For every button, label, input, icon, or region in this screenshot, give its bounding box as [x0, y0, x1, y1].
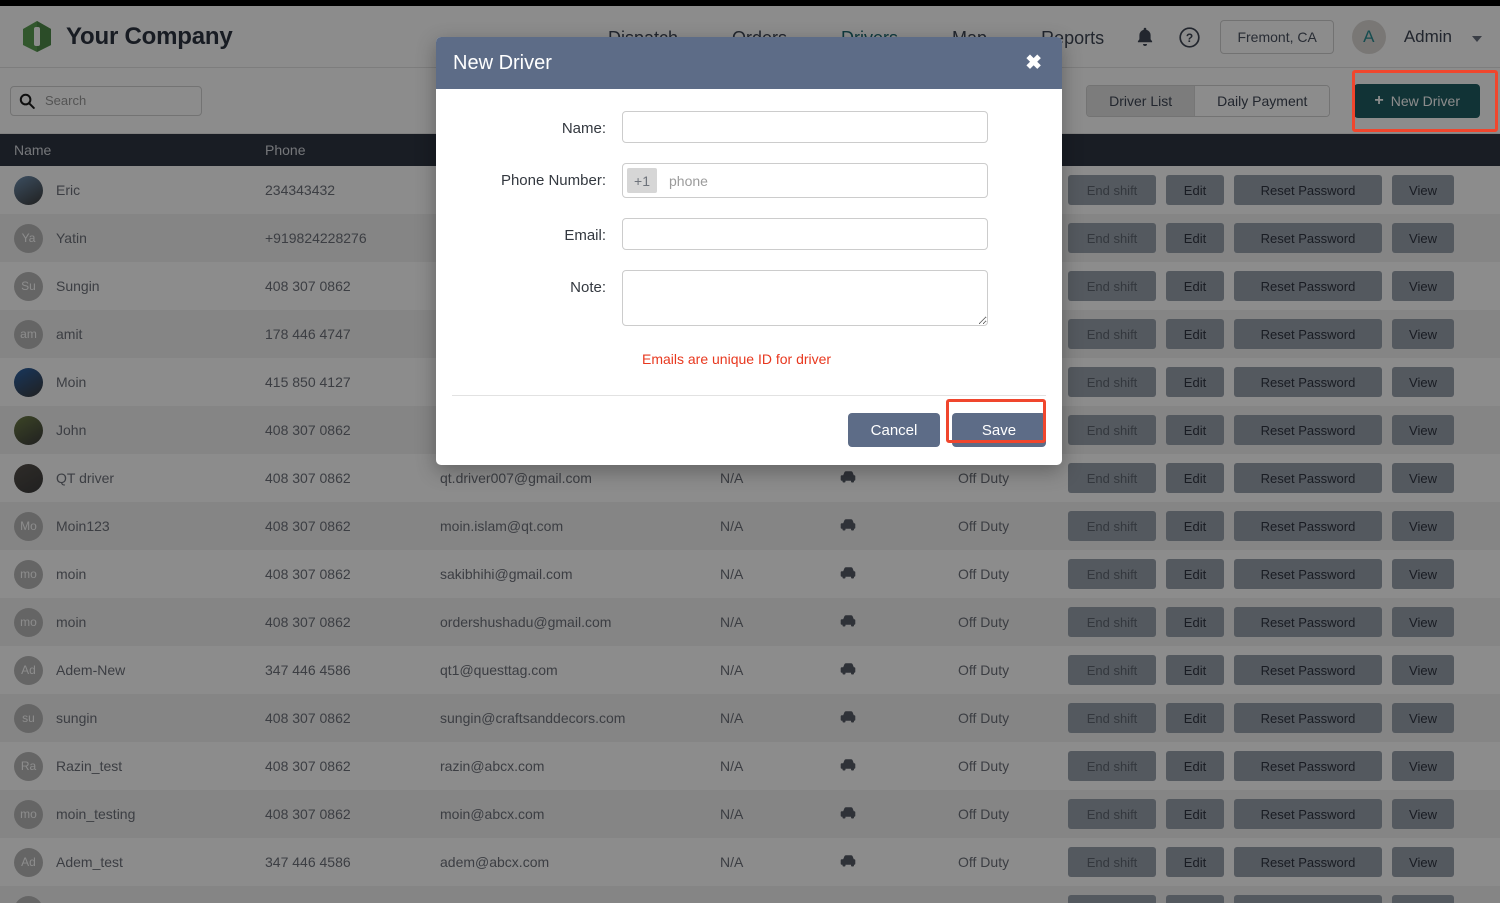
- modal-footer: Cancel Save: [452, 395, 1046, 465]
- name-label: Name:: [561, 120, 606, 137]
- modal-body: Name: Phone Number: +1 Email:: [436, 89, 1062, 373]
- modal-header: New Driver ✖: [436, 37, 1062, 89]
- new-driver-modal: New Driver ✖ Name: Phone Number: +1 phon…: [436, 37, 1062, 465]
- phone-label: Phone Number:: [500, 172, 606, 189]
- app-root: Your Company Dispatch Orders Drivers Map…: [0, 0, 1500, 903]
- phone-input[interactable]: [657, 164, 987, 197]
- field-row-email: Email:: [456, 218, 1042, 250]
- email-input[interactable]: [622, 218, 988, 250]
- close-x-icon[interactable]: ✖: [1025, 53, 1042, 73]
- country-code: +1: [627, 168, 657, 193]
- name-control: [622, 111, 1042, 143]
- cancel-button[interactable]: Cancel: [848, 413, 940, 447]
- note-textarea[interactable]: [622, 270, 988, 326]
- field-row-note: Note:: [456, 270, 1042, 331]
- phone-group: +1: [622, 163, 988, 198]
- save-button[interactable]: Save: [952, 413, 1046, 447]
- email-label: Email:: [564, 227, 606, 244]
- email-control: [622, 218, 1042, 250]
- phone-control: +1: [622, 163, 1042, 198]
- name-input[interactable]: [622, 111, 988, 143]
- modal-title: New Driver: [453, 51, 552, 74]
- note-label: Note:: [570, 279, 606, 296]
- field-row-phone: Phone Number: +1: [456, 163, 1042, 198]
- note-control: [622, 270, 1042, 331]
- field-row-name: Name:: [456, 111, 1042, 143]
- email-unique-hint: Emails are unique ID for driver: [642, 351, 832, 367]
